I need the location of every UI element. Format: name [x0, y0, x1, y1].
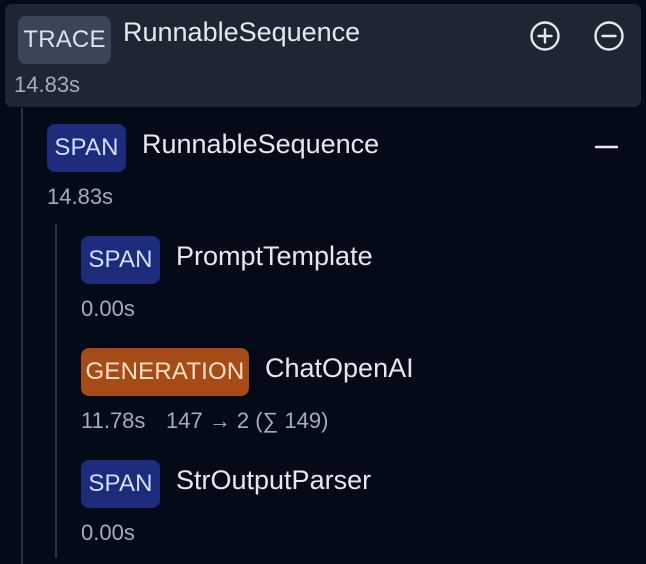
generation-duration: 11.78s: [81, 408, 146, 433]
plus-circle-icon: [530, 21, 560, 51]
collapse-span-button[interactable]: [590, 130, 624, 164]
tree-guide-line-nested: [55, 224, 57, 558]
span-duration: 14.83s: [47, 184, 114, 209]
trace-type-badge: TRACE: [18, 16, 111, 64]
minus-icon: [594, 145, 619, 149]
generation-name: ChatOpenAI: [265, 353, 414, 383]
generation-type-badge: GENERATION: [81, 348, 249, 396]
collapse-all-button[interactable]: [592, 19, 626, 53]
trace-duration: 14.83s: [14, 72, 81, 97]
trace-row[interactable]: TRACE RunnableSequence 14.83s: [5, 4, 641, 107]
span-name: PromptTemplate: [176, 241, 373, 271]
span-duration: 0.00s: [81, 296, 135, 321]
tree-guide-line-root: [21, 108, 23, 564]
generation-token-usage: 147 → 2 (∑ 149): [166, 408, 329, 433]
span-name: StrOutputParser: [176, 465, 372, 495]
span-type-badge: SPAN: [81, 460, 160, 508]
span-type-badge: SPAN: [81, 236, 160, 284]
span-duration: 0.00s: [81, 520, 135, 545]
trace-name: RunnableSequence: [123, 17, 361, 47]
span-type-badge: SPAN: [47, 124, 126, 172]
minus-circle-icon: [594, 21, 624, 51]
span-name: RunnableSequence: [142, 129, 380, 159]
trace-tree-panel: TRACE RunnableSequence 14.83s SPAN Runna…: [0, 0, 646, 564]
expand-all-button[interactable]: [528, 19, 562, 53]
